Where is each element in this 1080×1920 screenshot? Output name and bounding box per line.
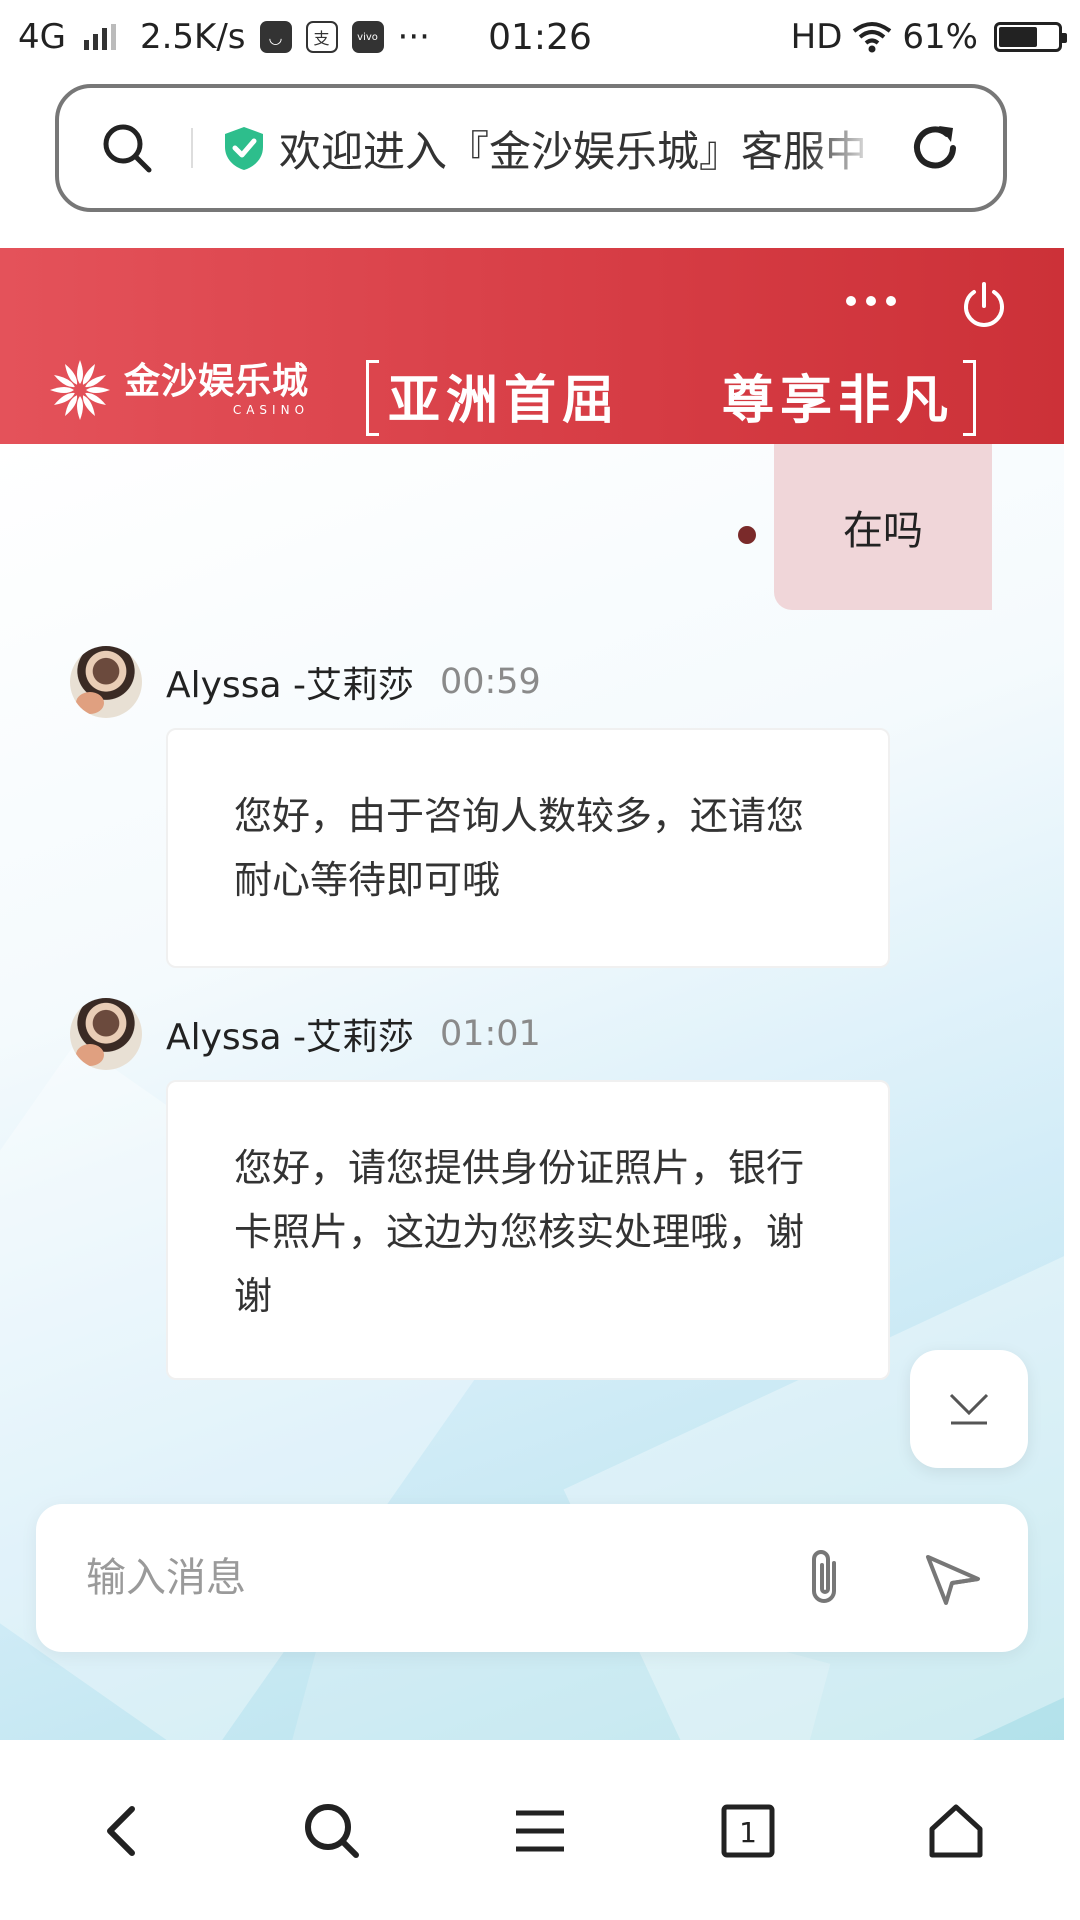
alipay-icon: 支 [305, 21, 338, 53]
brand-header: 金沙娱乐城 CASINO 亚洲首屈 尊享非凡 [0, 248, 1064, 444]
paperclip-icon[interactable] [798, 1545, 854, 1611]
reload-icon[interactable] [907, 120, 963, 176]
battery-fill [999, 27, 1037, 47]
unread-dot [738, 526, 756, 544]
search-icon [305, 1804, 359, 1858]
signal-icon [83, 24, 116, 50]
logo-name: 金沙娱乐城 [124, 361, 310, 402]
tabs-icon: 1 [721, 1804, 775, 1858]
battery-percent: 61% [902, 17, 978, 57]
more-notifications-icon: ··· [397, 17, 430, 57]
sender-name: Alyssa -艾莉莎 [166, 665, 414, 706]
notification-app-icon: ◡ [259, 21, 292, 53]
slogan-left: 亚洲首屈 [388, 369, 621, 431]
power-icon[interactable] [958, 280, 1010, 332]
chat-message: Alyssa -艾莉莎 00:59 您好，由于咨询人数较多，还请您耐心等待即可哦 [70, 646, 890, 968]
address-bar[interactable]: 欢迎进入『金沙娱乐城』客服中 [55, 84, 1007, 212]
home-icon [929, 1804, 983, 1858]
more-options-icon[interactable] [846, 296, 896, 306]
hd-indicator: HD [790, 17, 843, 57]
back-button[interactable] [64, 1771, 184, 1891]
menu-icon [516, 1810, 564, 1852]
url-text[interactable]: 欢迎进入『金沙娱乐城』客服中 [279, 118, 879, 179]
chevron-down-icon [949, 1393, 989, 1425]
message-input-bar [36, 1504, 1028, 1652]
screen: 4G 2.5K/s ◡ 支 vivo ··· 01:26 HD 61% 欢迎进入… [0, 0, 1080, 1920]
send-icon[interactable] [924, 1549, 982, 1607]
message-header: Alyssa -艾莉莎 01:01 [70, 998, 890, 1070]
scroll-to-bottom-button[interactable] [910, 1350, 1028, 1468]
sun-logo-icon [50, 360, 110, 420]
message-input[interactable] [86, 1555, 798, 1601]
battery-icon [994, 22, 1067, 52]
network-type: 4G [18, 17, 66, 57]
svg-text:1: 1 [739, 1816, 757, 1849]
message-bubble: 您好，由于咨询人数较多，还请您耐心等待即可哦 [166, 728, 890, 968]
chat-message: Alyssa -艾莉莎 01:01 您好，请您提供身份证照片，银行卡照片，这边为… [70, 998, 890, 1380]
message-bubble: 您好，请您提供身份证照片，银行卡照片，这边为您核实处理哦，谢谢 [166, 1080, 890, 1380]
secure-shield-icon [225, 127, 263, 170]
wifi-icon [853, 22, 892, 53]
sent-message-bubble: 在吗 [774, 444, 992, 610]
message-time: 00:59 [439, 662, 541, 702]
status-bar: 4G 2.5K/s ◡ 支 vivo ··· 01:26 HD 61% [0, 0, 1080, 74]
casino-logo: 金沙娱乐城 CASINO [48, 358, 309, 422]
logo-subtitle: CASINO [232, 403, 310, 417]
status-left: 4G 2.5K/s ◡ 支 vivo ··· [18, 17, 430, 57]
status-right: HD 61% [790, 17, 1067, 57]
vivo-icon: vivo [351, 21, 384, 53]
search-icon[interactable] [99, 120, 155, 176]
message-header: Alyssa -艾莉莎 00:59 [70, 646, 890, 718]
bottom-navigation: 1 [0, 1742, 1080, 1920]
network-speed: 2.5K/s [139, 17, 246, 57]
slogan-right: 尊享非凡 [721, 369, 954, 431]
agent-avatar[interactable] [70, 646, 142, 718]
home-button[interactable] [896, 1771, 1016, 1891]
back-arrow-icon [107, 1806, 135, 1856]
agent-avatar[interactable] [70, 998, 142, 1070]
menu-button[interactable] [480, 1771, 600, 1891]
sender-name: Alyssa -艾莉莎 [166, 1017, 414, 1058]
header-slogan: 亚洲首屈 尊享非凡 [366, 360, 976, 436]
tabs-button[interactable]: 1 [688, 1771, 808, 1891]
logo-text: 金沙娱乐城 CASINO [124, 361, 310, 417]
search-button[interactable] [272, 1771, 392, 1891]
message-time: 01:01 [439, 1014, 541, 1054]
address-divider [191, 128, 193, 168]
